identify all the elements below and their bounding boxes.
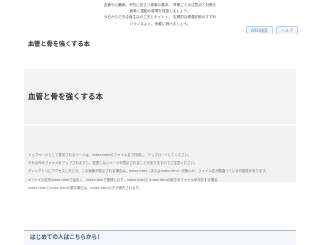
main-content: 血管と骨を強くする本 血管と骨を強くする本 — [24, 34, 296, 240]
info-paragraph: それ以外のファイルをアップされますと、意図しないページが表示されることがあります… — [28, 161, 198, 166]
beginner-guide-bar: はじめての人はこちらから！ — [24, 230, 296, 245]
info-paragraph: トップページとして表示されるページは、index.htmlのファイル名で作成し、… — [28, 153, 192, 157]
info-text: トップページとして表示されるページは、index.htmlのファイル名で作成し、… — [28, 153, 288, 194]
info-paragraph: ディレクトリにアクセスしたとき、この画面が表示される場合は、index.html… — [28, 169, 269, 174]
info-paragraph: ※ファイル名をindex.htmlではなく、index.htmで登録したり、in… — [28, 177, 221, 182]
page-title: 血管と骨を強くする本 — [28, 41, 90, 48]
info-paragraph: index.htmlとindex.htmの優先順位は、index.htmlの方が… — [28, 185, 142, 190]
page-heading: 血管と骨を強くする本 — [28, 92, 103, 101]
